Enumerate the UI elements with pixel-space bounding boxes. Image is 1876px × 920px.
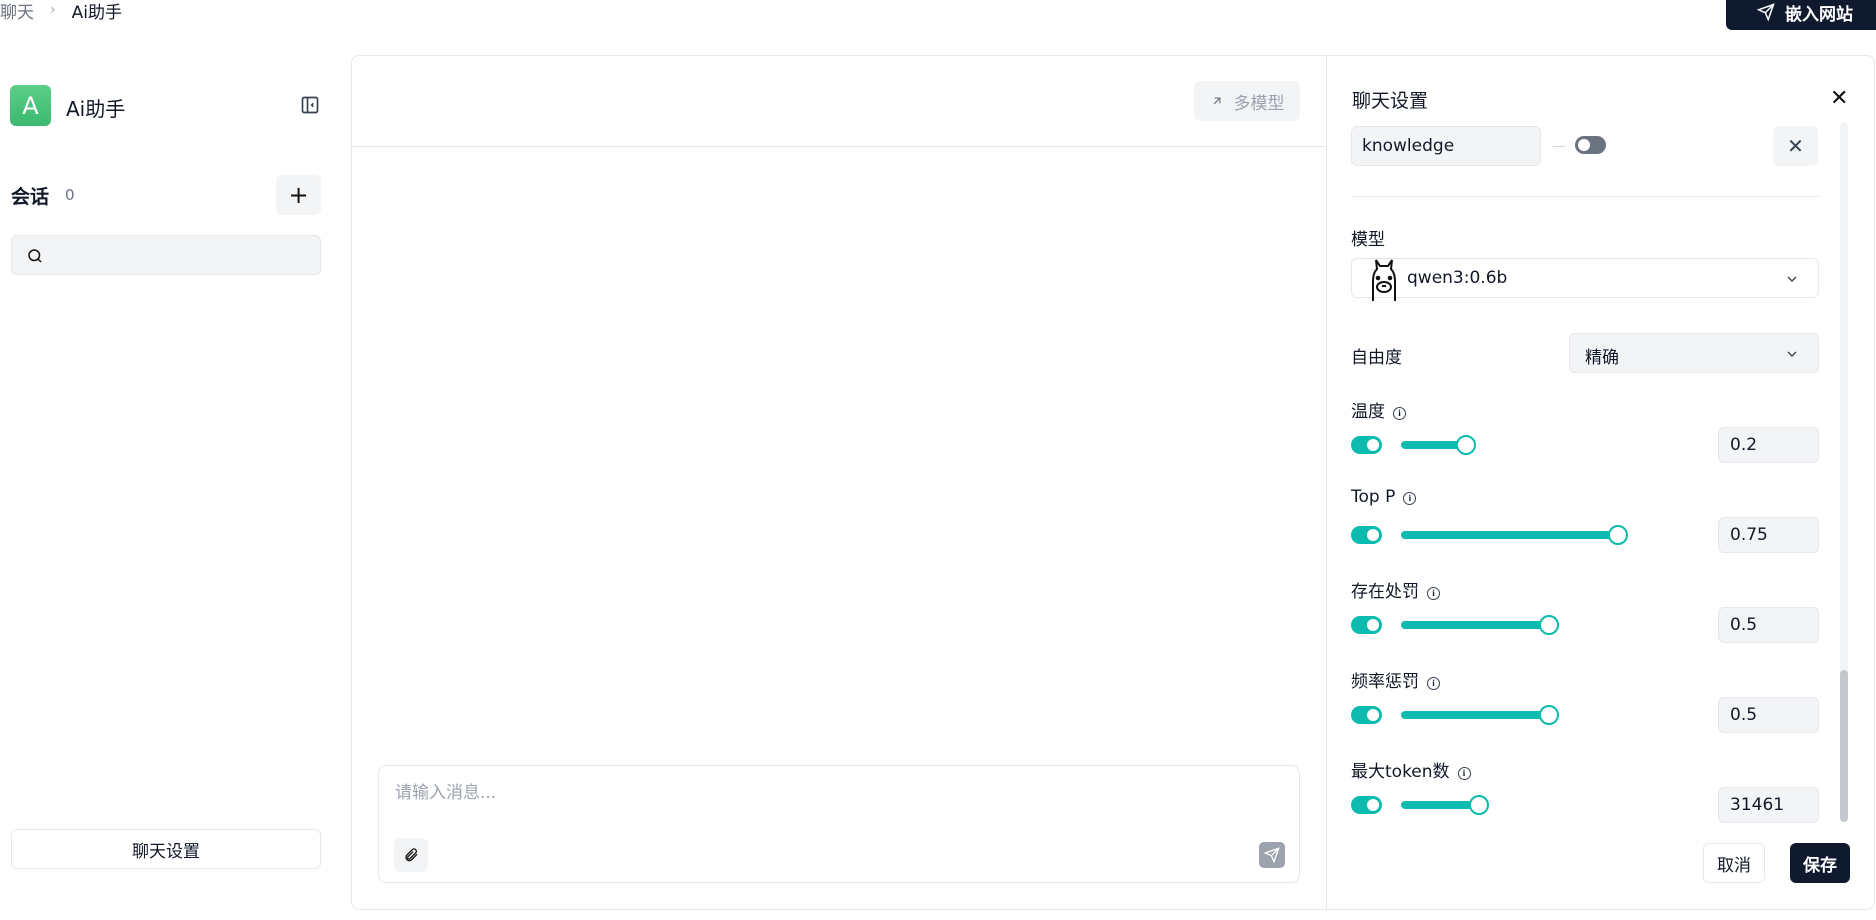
attach-button[interactable] xyxy=(394,838,428,872)
max-tokens-toggle[interactable] xyxy=(1351,796,1382,814)
frequency-penalty-label: 频率惩罚 i xyxy=(1351,667,1440,692)
app-avatar: A xyxy=(10,85,51,126)
settings-scrollbar-thumb[interactable] xyxy=(1840,670,1848,822)
cancel-button[interactable]: 取消 xyxy=(1703,843,1765,883)
presence-penalty-label: 存在处罚 i xyxy=(1351,577,1440,602)
presence-penalty-slider-thumb[interactable] xyxy=(1539,615,1559,635)
settings-divider xyxy=(1351,196,1819,197)
info-icon[interactable]: i xyxy=(1403,492,1417,505)
send-button[interactable] xyxy=(1259,842,1285,868)
info-icon[interactable]: i xyxy=(1393,407,1406,420)
info-icon[interactable]: i xyxy=(1427,587,1440,600)
top-p-toggle[interactable] xyxy=(1351,526,1382,544)
settings-title: 聊天设置 xyxy=(1352,90,1429,112)
embed-website-label: 嵌入网站 xyxy=(1785,4,1853,25)
frequency-penalty-slider-track[interactable] xyxy=(1401,711,1551,719)
paperclip-icon xyxy=(405,848,418,862)
close-icon: ✕ xyxy=(1787,134,1804,158)
sessions-title: 会话 xyxy=(11,186,50,208)
chevron-right-icon: › xyxy=(50,2,56,18)
send-icon xyxy=(1757,3,1775,21)
chat-settings-button[interactable]: 聊天设置 xyxy=(11,829,321,869)
top-p-label: Top Pi xyxy=(1351,487,1417,507)
chevron-down-icon xyxy=(1787,276,1797,282)
chat-header-divider xyxy=(352,146,1326,147)
knowledge-toggle[interactable] xyxy=(1575,136,1606,154)
freedom-value: 精确 xyxy=(1585,348,1619,368)
temperature-label: 温度 i xyxy=(1351,397,1406,422)
knowledge-separator xyxy=(1553,146,1565,147)
freedom-select[interactable]: 精确 xyxy=(1569,333,1819,373)
top-p-input[interactable]: 0.75 xyxy=(1718,517,1819,553)
top-p-slider-track[interactable] xyxy=(1401,531,1619,539)
temperature-toggle[interactable] xyxy=(1351,436,1382,454)
info-icon[interactable]: i xyxy=(1457,767,1471,780)
close-settings-icon[interactable]: ✕ xyxy=(1830,86,1848,111)
session-search-input[interactable] xyxy=(11,235,321,275)
max-tokens-slider-thumb[interactable] xyxy=(1469,795,1489,815)
send-icon xyxy=(1264,847,1280,863)
message-input-placeholder: 请输入消息... xyxy=(395,783,497,803)
breadcrumb: 聊天 › Ai助手 xyxy=(0,0,122,23)
app-name: Ai助手 xyxy=(66,97,126,121)
freedom-label: 自由度 xyxy=(1351,348,1402,368)
presence-penalty-slider-track[interactable] xyxy=(1401,621,1551,629)
arrow-up-right-icon xyxy=(1213,97,1220,105)
message-composer[interactable]: 请输入消息... xyxy=(378,765,1300,883)
frequency-penalty-input[interactable]: 0.5 xyxy=(1718,697,1819,733)
knowledge-input[interactable]: knowledge xyxy=(1351,126,1541,166)
save-button[interactable]: 保存 xyxy=(1790,843,1850,883)
max-tokens-label: 最大token数 i xyxy=(1351,757,1471,782)
sidebar-collapse-icon[interactable] xyxy=(300,95,322,117)
sessions-count: 0 xyxy=(65,186,75,204)
temperature-input[interactable]: 0.2 xyxy=(1718,427,1819,463)
chevron-down-icon xyxy=(1787,351,1797,357)
frequency-penalty-slider-thumb[interactable] xyxy=(1539,705,1559,725)
multi-model-button[interactable]: 多模型 xyxy=(1194,81,1300,121)
ollama-llama-icon xyxy=(1372,259,1396,301)
temperature-slider-thumb[interactable] xyxy=(1456,435,1476,455)
breadcrumb-root[interactable]: 聊天 xyxy=(0,0,34,23)
search-icon xyxy=(28,249,42,263)
frequency-penalty-toggle[interactable] xyxy=(1351,706,1382,724)
add-session-button[interactable]: + xyxy=(276,175,321,215)
breadcrumb-current: Ai助手 xyxy=(71,2,122,23)
presence-penalty-toggle[interactable] xyxy=(1351,616,1382,634)
model-select[interactable]: qwen3:0.6b xyxy=(1351,258,1819,301)
presence-penalty-input[interactable]: 0.5 xyxy=(1718,607,1819,643)
max-tokens-input[interactable]: 31461 xyxy=(1718,787,1819,823)
multi-model-label: 多模型 xyxy=(1233,93,1285,114)
model-value: qwen3:0.6b xyxy=(1407,268,1508,288)
plus-icon: + xyxy=(288,181,309,209)
top-p-slider-thumb[interactable] xyxy=(1608,525,1628,545)
info-icon[interactable]: i xyxy=(1427,677,1440,690)
remove-knowledge-button[interactable]: ✕ xyxy=(1773,126,1818,166)
embed-website-button[interactable]: 嵌入网站 xyxy=(1726,0,1876,30)
model-label: 模型 xyxy=(1351,230,1385,250)
